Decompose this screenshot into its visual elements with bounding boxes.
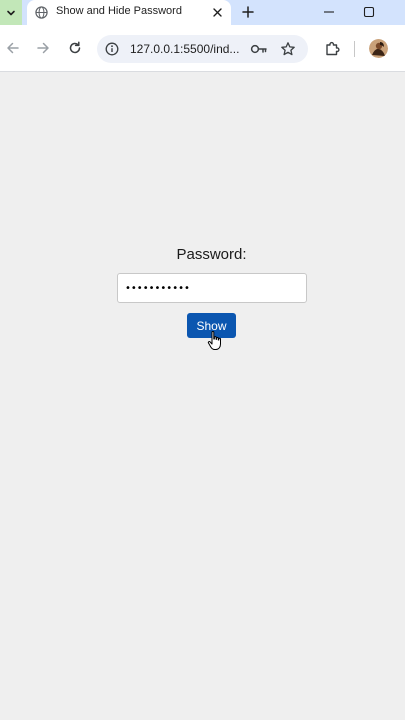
password-input[interactable]: ••••••••••• (117, 273, 307, 303)
profile-picture (369, 39, 388, 58)
password-label: Password: (176, 246, 247, 263)
arrow-left-icon[interactable] (5, 40, 21, 56)
star-icon[interactable] (280, 41, 296, 57)
puzzle-icon[interactable] (324, 40, 341, 57)
avatar[interactable] (369, 39, 388, 58)
tab-title: Show and Hide Password (56, 5, 182, 17)
hand-pointer-icon (207, 330, 221, 350)
address-bar[interactable]: 127.0.0.1:5500/ind... (97, 35, 308, 63)
info-icon[interactable] (105, 42, 119, 56)
new-tab-button[interactable] (240, 4, 256, 20)
browser-toolbar: 127.0.0.1:5500/ind... (0, 25, 405, 72)
globe-icon (35, 6, 48, 19)
key-icon[interactable] (250, 42, 268, 56)
reload-icon[interactable] (67, 40, 83, 56)
tab-search-button[interactable] (0, 0, 22, 25)
tab-strip: Show and Hide Password (0, 0, 405, 25)
page-content: Password: ••••••••••• Show (0, 72, 405, 720)
maximize-icon[interactable] (362, 5, 376, 19)
browser-tab[interactable]: Show and Hide Password (27, 0, 231, 25)
url-text[interactable]: 127.0.0.1:5500/ind... (130, 42, 239, 56)
chevron-down-icon (7, 10, 15, 15)
arrow-right-icon[interactable] (35, 40, 51, 56)
close-icon (212, 7, 222, 17)
toolbar-divider (354, 41, 355, 57)
close-tab-button[interactable] (210, 5, 224, 19)
minimize-icon[interactable] (322, 5, 336, 19)
plus-icon (242, 6, 254, 18)
